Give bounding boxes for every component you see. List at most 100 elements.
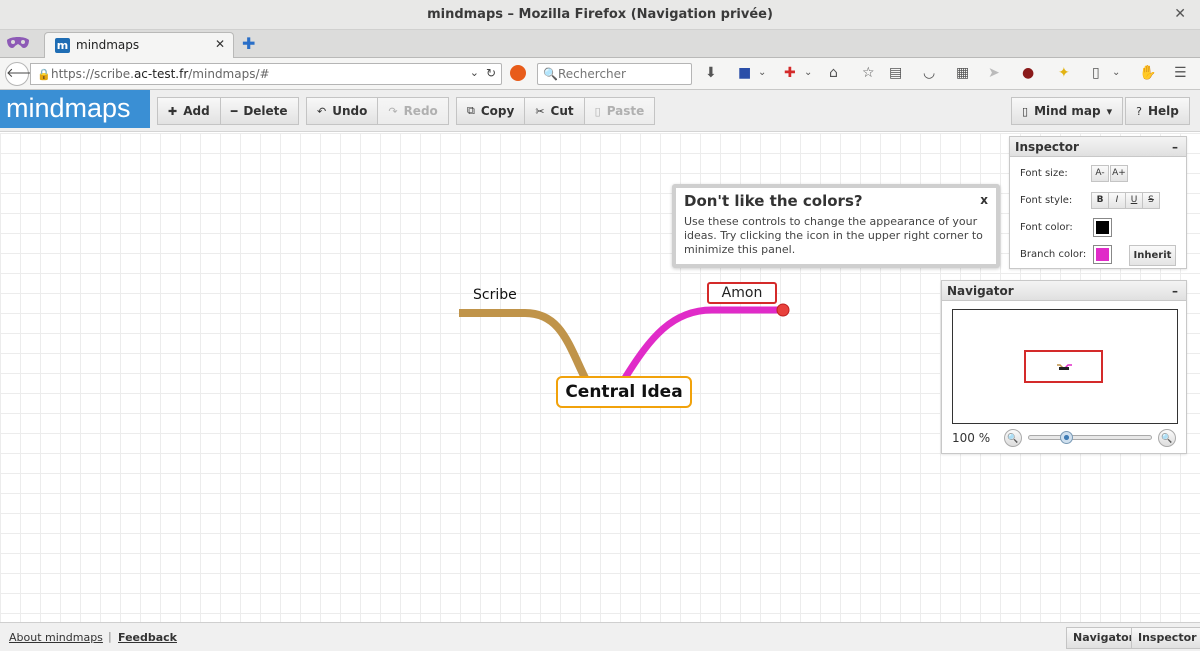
strikethrough-button[interactable]: S [1142,192,1160,209]
menu-button-group: ▯ Mind map ▾ ? Help [1011,97,1190,125]
tooltip-close-icon[interactable]: x [980,193,988,207]
toggle-inspector-button[interactable]: Inspector [1131,627,1200,649]
underline-button[interactable]: U [1125,192,1143,209]
node-scribe[interactable]: Scribe [473,287,517,303]
inherit-button[interactable]: Inherit [1129,245,1176,266]
clipboard-dropdown-icon[interactable]: ⌄ [1112,65,1120,81]
back-arrow-icon[interactable]: 🡐 [5,62,41,86]
navigator-minimize-icon[interactable]: – [1172,281,1178,301]
redo-button[interactable]: ↷ Redo [377,97,449,125]
help-button[interactable]: ? Help [1125,97,1190,125]
mindmaps-favicon-icon: m [55,38,70,53]
window-close-icon[interactable]: ✕ [1174,6,1186,22]
reload-icon[interactable]: ↻ [486,66,496,80]
reader-list-icon[interactable]: ▤ [889,65,902,81]
home-icon[interactable]: ⌂ [829,65,838,81]
branch-color-fill [1096,248,1109,261]
zoom-out-icon[interactable]: 🔍 [1004,429,1022,447]
zoom-slider-handle[interactable] [1060,431,1073,444]
navigation-bar: 🡐 🔒 https://scribe.ac-test.fr/mindmaps/#… [0,58,1200,126]
edit-button-group: ✚ Add ━ Delete [157,97,299,125]
footer-separator: | [108,630,112,643]
paste-icon: ▯ [594,104,601,118]
hand-icon[interactable]: ✋ [1139,65,1156,81]
url-text: https://scribe.ac-test.fr/mindmaps/# [51,67,270,81]
tab-bar: m mindmaps ✕ ✚ [0,30,1200,58]
font-size-increase-button[interactable]: A+ [1110,165,1128,182]
mindmap-menu-button[interactable]: ▯ Mind map ▾ [1011,97,1124,125]
apps-grid-icon[interactable]: ▦ [956,65,969,81]
font-color-fill [1096,221,1109,234]
app-toolbar: mindmaps ✚ Add ━ Delete ↶ Undo ↷ Redo ⧉ Copy … [0,90,1200,132]
colors-tooltip: Don't like the colors? x Use these contr… [672,184,1000,268]
font-color-swatch[interactable] [1093,218,1112,237]
medical-dropdown-icon[interactable]: ⌄ [804,65,812,81]
history-button-group: ↶ Undo ↷ Redo [306,97,449,125]
tab-close-icon[interactable]: ✕ [215,37,225,51]
zoom-in-icon[interactable]: 🔍 [1158,429,1176,447]
clipboard-button-group: ⧉ Copy ✂ Cut ▯ Paste [456,97,656,125]
clipboard-icon[interactable]: ▯ [1092,65,1100,81]
tooltip-body: Use these controls to change the appeara… [684,215,983,256]
app-logo: mindmaps [0,90,150,128]
redo-icon: ↷ [388,104,398,118]
node-drag-handle[interactable] [776,303,790,317]
save-icon[interactable]: ■ [738,65,751,81]
pocket-icon[interactable]: ◡ [923,65,935,81]
inspector-header[interactable]: Inspector – [1010,137,1186,157]
caret-down-icon: ▾ [1106,104,1113,118]
italic-button[interactable]: I [1108,192,1126,209]
delete-button[interactable]: ━ Delete [219,97,299,125]
private-browsing-icon [7,37,29,48]
save-dropdown-icon[interactable]: ⌄ [758,65,766,81]
zoom-level: 100 % [952,431,991,445]
extension-star-icon[interactable]: ✦ [1058,65,1070,81]
bookmark-star-icon[interactable]: ☆ [862,65,875,81]
plus-icon: ✚ [168,104,178,118]
branch-line-scribe [459,309,589,380]
navigator-viewport[interactable] [1024,350,1103,383]
branch-color-swatch[interactable] [1093,245,1112,264]
ublock-icon[interactable]: ● [1022,65,1034,81]
branch-line-amon [622,306,782,380]
lock-icon: 🔒 [37,68,51,81]
feedback-link[interactable]: Feedback [118,631,177,644]
search-bar[interactable]: 🔍 [537,63,692,85]
url-bar[interactable]: 🔒 https://scribe.ac-test.fr/mindmaps/# ⌄… [30,63,502,85]
send-arrow-icon[interactable]: ➤ [988,65,1000,81]
url-dropdown-chevron-icon[interactable]: ⌄ [470,66,479,79]
node-central-idea[interactable]: Central Idea [556,376,692,408]
mindmap-canvas[interactable]: Scribe Amon Central Idea Don't like the … [0,133,1200,622]
bold-button[interactable]: B [1091,192,1109,209]
inspector-minimize-icon[interactable]: – [1172,137,1178,157]
font-style-label: Font style: [1020,195,1073,206]
add-button[interactable]: ✚ Add [157,97,221,125]
tooltip-title: Don't like the colors? [684,192,863,210]
window-title: mindmaps – Mozilla Firefox (Navigation p… [427,7,773,22]
font-size-label: Font size: [1020,168,1068,179]
inspector-panel: Inspector – Font size: A- A+ Font style:… [1009,136,1187,269]
question-icon: ? [1136,104,1142,118]
extension-icon[interactable] [510,65,526,81]
about-mindmaps-link[interactable]: About mindmaps [9,631,103,644]
navigator-header[interactable]: Navigator – [942,281,1186,301]
hamburger-menu-icon[interactable]: ☰ [1174,65,1187,81]
toggle-navigator-button[interactable]: Navigator [1066,627,1142,649]
paste-button[interactable]: ▯ Paste [583,97,656,125]
new-tab-plus-icon[interactable]: ✚ [242,34,255,53]
navigator-preview[interactable] [952,309,1178,424]
search-input[interactable] [558,66,688,82]
browser-tab-mindmaps[interactable]: m mindmaps ✕ [44,32,234,58]
download-icon[interactable]: ⬇ [705,65,717,81]
branch-color-label: Branch color: [1020,249,1087,260]
zoom-slider[interactable] [1028,431,1152,444]
window-titlebar: mindmaps – Mozilla Firefox (Navigation p… [0,0,1200,30]
copy-button[interactable]: ⧉ Copy [456,97,526,125]
undo-button[interactable]: ↶ Undo [306,97,379,125]
node-amon-selected[interactable]: Amon [707,282,777,304]
font-color-label: Font color: [1020,222,1073,233]
medical-plus-icon[interactable]: ✚ [784,65,796,81]
font-size-decrease-button[interactable]: A- [1091,165,1109,182]
minus-icon: ━ [230,104,238,118]
cut-button[interactable]: ✂ Cut [524,97,585,125]
